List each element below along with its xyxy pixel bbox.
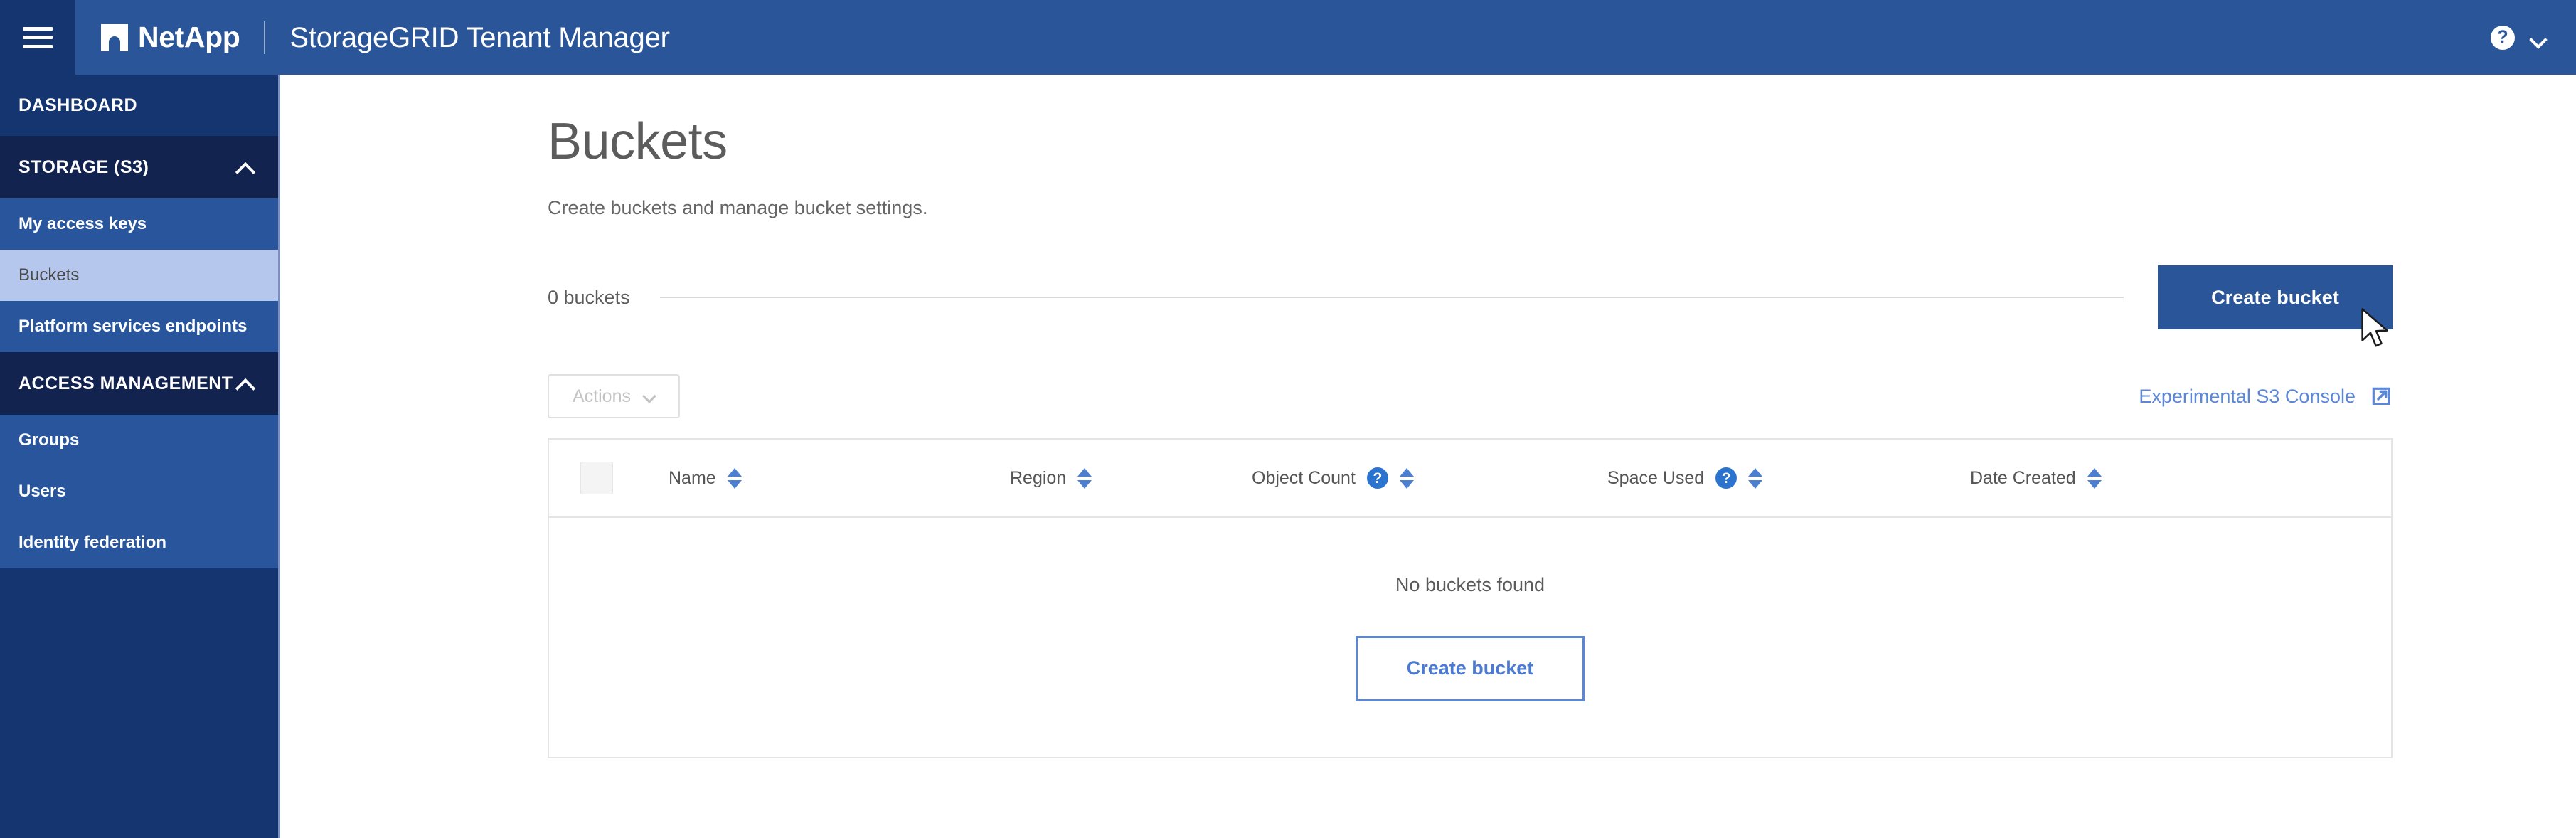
table-toolbar: Actions Experimental S3 Console <box>548 374 2393 418</box>
s3-console-label: Experimental S3 Console <box>2139 385 2356 407</box>
chevron-up-icon <box>235 161 254 173</box>
bucket-count-row: 0 buckets Create bucket <box>548 263 2393 332</box>
menu-toggle-button[interactable] <box>0 0 75 75</box>
brand-name: NetApp <box>138 21 240 53</box>
empty-state-create-bucket-button[interactable]: Create bucket <box>1356 635 1585 701</box>
netapp-mark-icon <box>101 23 128 51</box>
column-label: Space Used <box>1607 467 1705 488</box>
sidebar-item-identity-federation[interactable]: Identity federation <box>0 517 278 568</box>
header-actions: ? <box>2491 25 2576 50</box>
select-all-checkbox[interactable] <box>580 462 613 494</box>
column-header-space-used[interactable]: Space Used ? <box>1607 466 1970 490</box>
sidebar-item-dashboard[interactable]: DASHBOARD <box>0 75 278 136</box>
chevron-up-icon <box>235 378 254 389</box>
sidebar-filler <box>0 568 278 838</box>
netapp-logo[interactable]: NetApp <box>101 23 240 52</box>
table-header-row: Name Region Object Count ? Space Used ? … <box>549 440 2391 518</box>
help-icon[interactable]: ? <box>1366 467 1388 489</box>
buckets-table: Name Region Object Count ? Space Used ? … <box>548 438 2393 758</box>
sort-icon[interactable] <box>1399 466 1414 490</box>
sidebar-section-access-management[interactable]: ACCESS MANAGEMENT <box>0 352 278 415</box>
column-label: Region <box>1010 467 1067 488</box>
sidebar-item-groups[interactable]: Groups <box>0 415 278 466</box>
sidebar-section-storage[interactable]: STORAGE (S3) <box>0 136 278 198</box>
sidebar-item-users[interactable]: Users <box>0 466 278 517</box>
actions-label: Actions <box>573 386 631 406</box>
sidebar-item-label: Identity federation <box>18 533 167 552</box>
sort-icon[interactable] <box>2087 466 2102 490</box>
sidebar-item-label: Buckets <box>18 265 80 285</box>
app-title: StorageGRID Tenant Manager <box>289 21 670 53</box>
column-label: Object Count <box>1252 467 1356 488</box>
sort-icon[interactable] <box>1077 466 1092 490</box>
empty-state-message: No buckets found <box>1395 573 1545 595</box>
brand-area: NetApp StorageGRID Tenant Manager <box>75 0 670 75</box>
column-header-date-created[interactable]: Date Created <box>1970 466 2226 490</box>
sidebar-item-label: Groups <box>18 430 80 450</box>
help-icon[interactable]: ? <box>2491 25 2515 50</box>
experimental-s3-console-link[interactable]: Experimental S3 Console <box>2139 385 2393 408</box>
sidebar-item-label: DASHBOARD <box>18 95 137 115</box>
help-icon[interactable]: ? <box>1715 467 1737 489</box>
table-empty-state: No buckets found Create bucket <box>549 518 2391 757</box>
sidebar-item-platform-services-endpoints[interactable]: Platform services endpoints <box>0 301 278 352</box>
sidebar-item-label: Platform services endpoints <box>18 317 248 336</box>
column-header-region[interactable]: Region <box>1010 466 1252 490</box>
column-header-name[interactable]: Name <box>669 466 1010 490</box>
app-root: NetApp StorageGRID Tenant Manager ? DASH… <box>0 0 2576 838</box>
chevron-down-icon <box>644 393 655 400</box>
sidebar-item-label: Users <box>18 482 66 501</box>
bucket-count-label: 0 buckets <box>548 286 630 308</box>
hamburger-icon <box>23 26 53 48</box>
main-content: Buckets Create buckets and manage bucket… <box>282 75 2576 838</box>
create-bucket-button[interactable]: Create bucket <box>2158 265 2393 329</box>
external-link-icon <box>2372 387 2390 405</box>
select-all-cell <box>549 462 669 494</box>
page-subtitle: Create buckets and manage bucket setting… <box>548 197 928 218</box>
sidebar-item-my-access-keys[interactable]: My access keys <box>0 198 278 250</box>
sidebar: DASHBOARD STORAGE (S3) My access keys Bu… <box>0 75 280 838</box>
sidebar-item-label: My access keys <box>18 214 147 233</box>
brand-divider <box>264 21 266 54</box>
sort-icon[interactable] <box>727 466 742 490</box>
page-title: Buckets <box>548 113 728 170</box>
sidebar-item-buckets[interactable]: Buckets <box>0 250 278 301</box>
chevron-down-icon[interactable] <box>2530 33 2546 42</box>
column-label: Date Created <box>1970 467 2076 488</box>
column-label: Name <box>669 467 716 488</box>
divider-rule <box>659 297 2124 298</box>
top-header: NetApp StorageGRID Tenant Manager ? <box>0 0 2576 75</box>
sort-icon[interactable] <box>1748 466 1763 490</box>
sidebar-section-label: STORAGE (S3) <box>18 157 149 177</box>
sidebar-section-label: ACCESS MANAGEMENT <box>18 373 233 393</box>
column-header-object-count[interactable]: Object Count ? <box>1252 466 1607 490</box>
actions-dropdown-button[interactable]: Actions <box>548 374 680 418</box>
